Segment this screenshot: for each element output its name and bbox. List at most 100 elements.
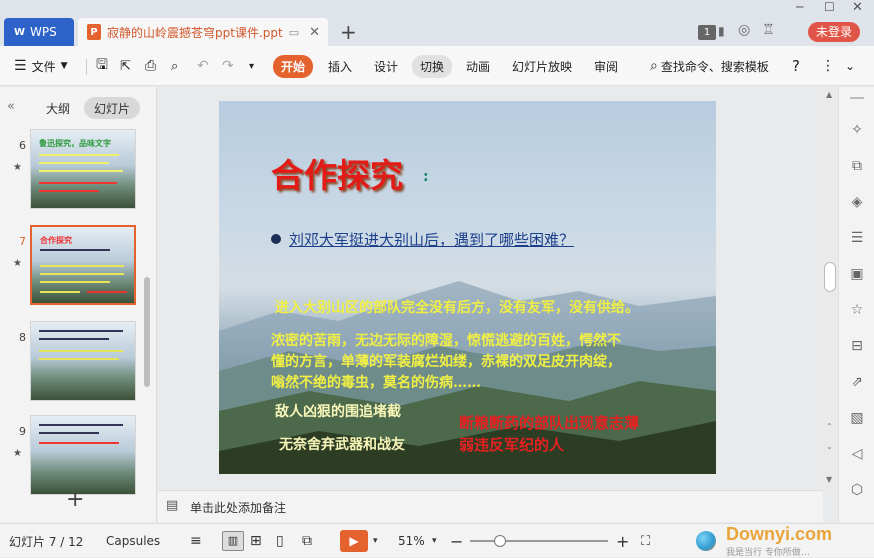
- export-icon[interactable]: ⇱: [120, 46, 131, 86]
- watermark-subtext: 我是当行 专你所做…: [726, 548, 810, 558]
- question-text: 刘邓大军挺进大别山后，遇到了哪些困难？: [289, 231, 575, 249]
- more-options-icon[interactable]: ⋮: [821, 46, 835, 86]
- scroll-up-icon[interactable]: ▲: [826, 90, 832, 99]
- slide-preview: [30, 321, 136, 401]
- sorter-view-icon[interactable]: ⊞: [250, 524, 262, 558]
- slides-tab-label: 幻灯片: [93, 101, 130, 116]
- thumb-line: [39, 442, 119, 444]
- image-icon[interactable]: ▧: [848, 409, 866, 427]
- settings-sliders-icon[interactable]: ☰: [848, 229, 866, 247]
- undo-icon[interactable]: ↶: [197, 46, 209, 86]
- print-icon[interactable]: ⎙: [145, 46, 156, 86]
- zoom-out-icon[interactable]: −: [450, 524, 463, 558]
- maximize-icon[interactable]: ☐: [824, 0, 835, 14]
- thumb-line: [40, 249, 110, 251]
- tab-transition-label: 切换: [412, 54, 453, 78]
- page-down-icon[interactable]: ⌄: [826, 442, 833, 451]
- fit-window-icon[interactable]: ⛶: [641, 524, 650, 558]
- save-icon[interactable]: 🖫: [96, 46, 108, 86]
- command-search[interactable]: ⌕ 查找命令、搜索模板: [650, 46, 769, 86]
- archive-icon[interactable]: ⊟: [848, 337, 866, 355]
- new-tab-button[interactable]: +: [340, 20, 357, 44]
- favorite-star-icon[interactable]: ☆: [848, 301, 866, 319]
- tab-review[interactable]: 审阅: [586, 46, 626, 86]
- thumb-title: 鲁迅探究，品味文字: [39, 139, 111, 148]
- share-icon[interactable]: ⇗: [848, 373, 866, 391]
- tab-transition[interactable]: 切换: [412, 46, 453, 86]
- thumbnail-scrollbar[interactable]: [144, 277, 150, 387]
- gallery-icon[interactable]: ▣: [848, 265, 866, 283]
- theme-name[interactable]: Capsules: [106, 524, 160, 558]
- help-icon[interactable]: ?: [792, 46, 800, 86]
- thumb-line: [39, 358, 119, 360]
- slides-tab[interactable]: 幻灯片: [84, 97, 140, 119]
- enemy-pursuit-text: 敌人凶狠的围追堵截: [275, 404, 401, 420]
- presenter-view-icon[interactable]: ⧉: [302, 524, 312, 558]
- task-pane-bar: ✧ ⧉ ◈ ☰ ▣ ☆ ⊟ ⇗ ▧ ◁ ⬡: [838, 87, 874, 522]
- thumb-line: [39, 338, 109, 340]
- bullet-icon: [271, 234, 281, 244]
- zoom-slider-handle[interactable]: [494, 535, 506, 547]
- close-tab-icon[interactable]: ✕: [309, 25, 320, 40]
- zoom-slider-track[interactable]: [470, 540, 608, 542]
- magic-icon[interactable]: ✧: [848, 121, 866, 139]
- redo-icon[interactable]: ↷: [222, 46, 234, 86]
- close-window-icon[interactable]: ✕: [852, 0, 863, 15]
- file-menu[interactable]: ☰ 文件 ▼: [14, 46, 68, 86]
- tab-insert[interactable]: 插入: [320, 46, 360, 86]
- scroll-down-icon[interactable]: ▼: [826, 475, 832, 484]
- audio-icon[interactable]: ◁: [848, 445, 866, 463]
- thumb-line: [39, 424, 123, 426]
- zoom-in-icon[interactable]: +: [616, 524, 629, 558]
- add-slide-button[interactable]: +: [66, 487, 84, 512]
- tab-design[interactable]: 设计: [366, 46, 406, 86]
- slide-number: 8: [19, 331, 26, 344]
- normal-view-icon[interactable]: ▥: [222, 531, 244, 551]
- tile-icon[interactable]: ▮: [718, 24, 725, 38]
- skin-icon[interactable]: ♖: [762, 22, 775, 38]
- window-count-badge[interactable]: 1: [698, 25, 716, 40]
- quick-access-more-icon[interactable]: ▾: [249, 46, 254, 86]
- cloud-sync-icon[interactable]: ◎: [738, 22, 750, 38]
- collapse-panel-icon[interactable]: «: [7, 99, 15, 114]
- minimize-icon[interactable]: ─: [796, 0, 803, 14]
- slide-number: 7: [19, 235, 26, 248]
- print-preview-icon[interactable]: ⌕: [171, 46, 178, 86]
- tab-slideshow[interactable]: 幻灯片放映: [504, 46, 580, 86]
- canvas-scrollbar[interactable]: ▲ ⌃ ⌄ ▼: [823, 87, 838, 490]
- outline-tab[interactable]: 大纲: [38, 97, 78, 119]
- tab-home[interactable]: 开始: [273, 46, 314, 86]
- tab-slideshow-label: 幻灯片放映: [512, 59, 573, 74]
- shapes-icon[interactable]: ◈: [848, 193, 866, 211]
- zoom-options-icon[interactable]: ▾: [432, 524, 437, 558]
- ppt-file-icon: P: [87, 24, 101, 40]
- slide-thumbnail-8[interactable]: 8: [0, 321, 150, 409]
- tab-home-label: 开始: [273, 54, 314, 78]
- page-up-icon[interactable]: ⌃: [826, 422, 833, 431]
- thumb-line: [40, 273, 124, 275]
- zoom-level[interactable]: 51%: [398, 524, 425, 558]
- monitor-icon[interactable]: ▭: [289, 26, 299, 39]
- reading-view-icon[interactable]: ▯: [276, 524, 284, 558]
- notes-pane[interactable]: ▤ 单击此处添加备注: [158, 490, 823, 522]
- chevron-down-icon: ▼: [60, 61, 68, 71]
- login-button[interactable]: 未登录: [808, 22, 860, 42]
- play-slideshow-button[interactable]: ▶: [340, 530, 368, 552]
- thumb-line: [39, 170, 123, 172]
- notes-toggle-icon[interactable]: ≡: [190, 524, 202, 558]
- copy-icon[interactable]: ⧉: [848, 157, 866, 175]
- tab-animation[interactable]: 动画: [458, 46, 498, 86]
- document-tab-title: 寂静的山岭震撼苍穹ppt课件.ppt: [107, 25, 283, 40]
- slide-thumbnail-6[interactable]: 6 ★ 鲁迅探究，品味文字: [0, 129, 150, 217]
- scroll-thumb[interactable]: [824, 262, 836, 292]
- collapse-ribbon-icon[interactable]: ⌄: [845, 46, 855, 86]
- morale-text-1: 断粮断药的部队出现意志薄: [459, 414, 640, 432]
- current-slide[interactable]: 合作探究 : 刘邓大军挺进大别山后，遇到了哪些困难？ 进入大别山区的部队完全没有…: [219, 101, 716, 474]
- document-tab[interactable]: P 寂静的山岭震撼苍穹ppt课件.ppt ▭ ✕: [78, 18, 328, 46]
- shield-icon[interactable]: ⬡: [848, 481, 866, 499]
- wps-app-tab[interactable]: W WPS: [4, 18, 74, 46]
- slide-thumbnail-7[interactable]: 7 ★ 合作探究: [0, 225, 150, 313]
- slide-preview: 鲁迅探究，品味文字: [30, 129, 136, 209]
- thumb-line: [39, 350, 123, 352]
- play-options-icon[interactable]: ▾: [373, 524, 378, 558]
